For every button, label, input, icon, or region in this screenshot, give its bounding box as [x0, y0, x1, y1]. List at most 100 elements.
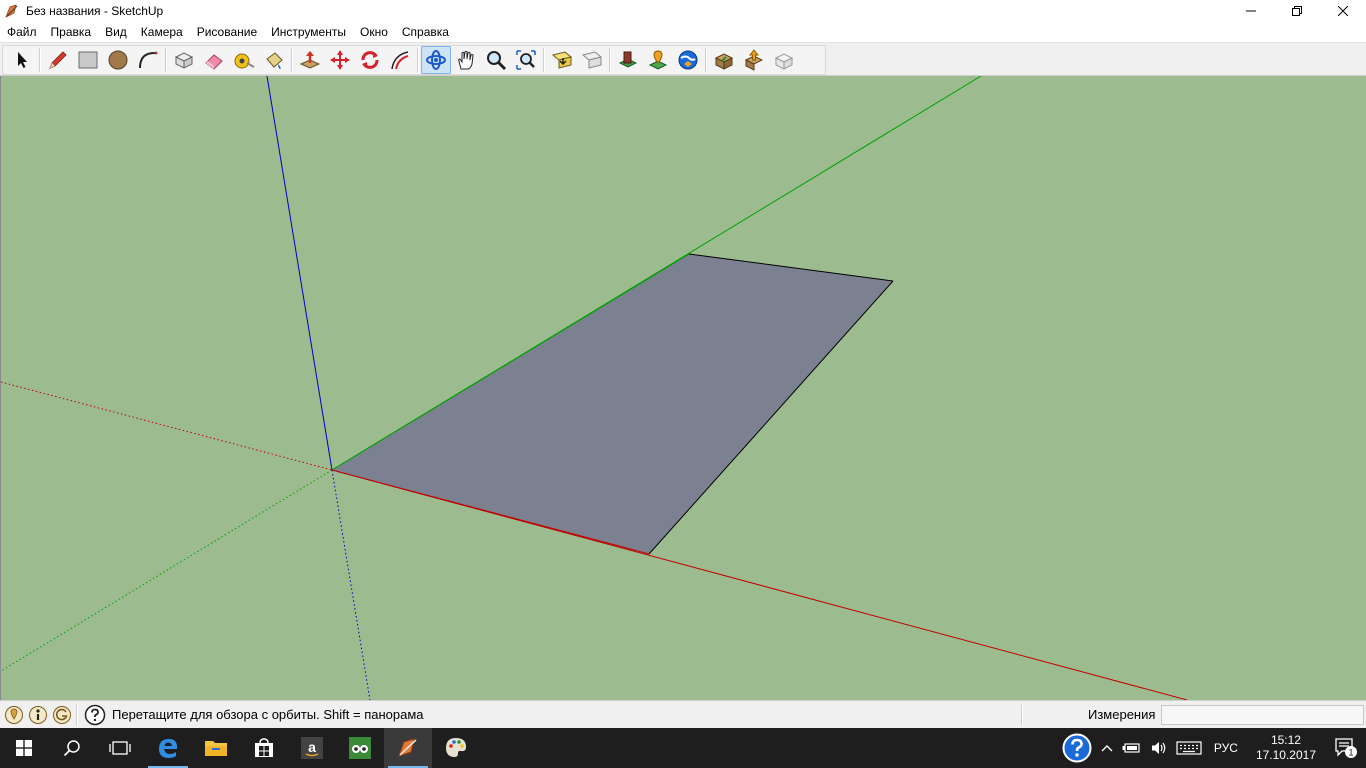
window-controls [1228, 0, 1366, 22]
google-earth-icon[interactable] [673, 46, 703, 74]
help-tray-icon[interactable] [1058, 728, 1096, 768]
task-view-button[interactable] [96, 728, 144, 768]
menu-camera[interactable]: Камера [134, 22, 190, 42]
menu-bar: Файл Правка Вид Камера Рисование Инструм… [0, 22, 1366, 42]
next-view-icon[interactable] [577, 46, 607, 74]
scene-canvas[interactable] [1, 76, 1366, 700]
geolocation-status-icon[interactable] [4, 705, 24, 725]
keyboard-icon[interactable] [1172, 728, 1206, 768]
close-button[interactable] [1320, 0, 1366, 22]
status-bar: Перетащите для обзора с орбиты. Shift = … [0, 700, 1366, 728]
menu-draw[interactable]: Рисование [190, 22, 264, 42]
red-axis-negative [1, 381, 333, 471]
toolbar-separator [543, 48, 545, 72]
previous-view-icon[interactable] [547, 46, 577, 74]
paint-bucket-tool-icon[interactable] [259, 46, 289, 74]
amazon-button[interactable]: a [288, 728, 336, 768]
eraser-tool-icon[interactable] [199, 46, 229, 74]
push-pull-tool-icon[interactable] [295, 46, 325, 74]
paint-palette-icon [446, 738, 466, 757]
amazon-icon: a [301, 737, 323, 759]
sketchup-icon [398, 738, 417, 757]
status-separator [76, 703, 78, 726]
menu-file[interactable]: Файл [0, 22, 44, 42]
search-button[interactable] [48, 728, 96, 768]
select-tool-icon[interactable] [7, 46, 37, 74]
volume-icon[interactable] [1146, 728, 1172, 768]
zoom-tool-icon[interactable] [481, 46, 511, 74]
battery-icon[interactable] [1118, 728, 1146, 768]
edge-browser-button[interactable] [144, 728, 192, 768]
measurements-label: Измерения [1088, 707, 1156, 722]
minimize-button[interactable] [1228, 0, 1274, 22]
tripadvisor-icon [349, 737, 371, 759]
toolbar-separator [165, 48, 167, 72]
menu-window[interactable]: Окно [353, 22, 395, 42]
menu-edit[interactable]: Правка [44, 22, 99, 42]
status-hint-text: Перетащите для обзора с орбиты. Shift = … [112, 707, 424, 722]
store-icon [255, 738, 273, 757]
file-explorer-button[interactable] [192, 728, 240, 768]
extension-warehouse-icon[interactable] [769, 46, 799, 74]
rectangle-tool-icon[interactable] [73, 46, 103, 74]
show-hidden-icons-icon[interactable] [1096, 728, 1118, 768]
share-component-icon[interactable] [739, 46, 769, 74]
credits-status-icon[interactable] [28, 705, 48, 725]
toolbar-separator [705, 48, 707, 72]
tripadvisor-button[interactable] [336, 728, 384, 768]
store-button[interactable] [240, 728, 288, 768]
instructor-help-icon[interactable] [84, 704, 106, 726]
edge-browser-icon [159, 739, 177, 758]
blue-axis-positive [266, 76, 333, 471]
toolbar-separator [417, 48, 419, 72]
action-center-button[interactable]: 1 [1326, 728, 1366, 768]
drawing-viewport[interactable] [0, 76, 1366, 700]
menu-tools[interactable]: Инструменты [264, 22, 353, 42]
share-model-icon[interactable] [709, 46, 739, 74]
pencil-line-tool-icon[interactable] [43, 46, 73, 74]
sketchup-app-icon [4, 3, 20, 19]
green-axis-negative [1, 469, 333, 672]
blue-axis-negative [331, 469, 371, 700]
tape-measure-tool-icon[interactable] [229, 46, 259, 74]
toolbar-separator [39, 48, 41, 72]
sketchup-button[interactable] [384, 728, 432, 768]
windows-logo-icon [16, 740, 32, 756]
windows-taskbar: a РУС 15:12 17.10.2017 1 [0, 728, 1366, 768]
menu-help[interactable]: Справка [395, 22, 456, 42]
system-tray: РУС 15:12 17.10.2017 1 [1058, 728, 1366, 768]
notification-count: 1 [1348, 748, 1353, 758]
status-separator [1021, 705, 1023, 725]
arc-tool-icon[interactable] [133, 46, 163, 74]
paint-button[interactable] [432, 728, 480, 768]
window-title: Без названия - SketchUp [26, 4, 164, 18]
offset-tool-icon[interactable] [385, 46, 415, 74]
circle-tool-icon[interactable] [103, 46, 133, 74]
notifications-icon: 1 [1335, 738, 1357, 758]
get-models-icon[interactable] [613, 46, 643, 74]
toolbar [0, 42, 1366, 76]
make-component-tool-icon[interactable] [169, 46, 199, 74]
clock-time: 15:12 [1270, 733, 1301, 747]
title-bar: Без названия - SketchUp [0, 0, 1366, 22]
file-explorer-icon [205, 741, 227, 756]
add-location-icon[interactable] [643, 46, 673, 74]
search-icon [63, 740, 80, 757]
measurements-input[interactable] [1161, 705, 1364, 725]
google-signin-status-icon[interactable] [52, 705, 72, 725]
rectangle-face[interactable] [332, 254, 893, 554]
menu-view[interactable]: Вид [98, 22, 134, 42]
move-tool-icon[interactable] [325, 46, 355, 74]
svg-text:a: a [308, 739, 316, 755]
getting-started-toolbar [2, 45, 826, 75]
rotate-tool-icon[interactable] [355, 46, 385, 74]
toolbar-separator [609, 48, 611, 72]
start-button[interactable] [0, 728, 48, 768]
orbit-tool-icon[interactable] [421, 46, 451, 74]
toolbar-separator [291, 48, 293, 72]
restore-button[interactable] [1274, 0, 1320, 22]
pan-tool-icon[interactable] [451, 46, 481, 74]
zoom-extents-tool-icon[interactable] [511, 46, 541, 74]
clock[interactable]: 15:12 17.10.2017 [1246, 733, 1326, 763]
language-indicator[interactable]: РУС [1206, 741, 1246, 755]
